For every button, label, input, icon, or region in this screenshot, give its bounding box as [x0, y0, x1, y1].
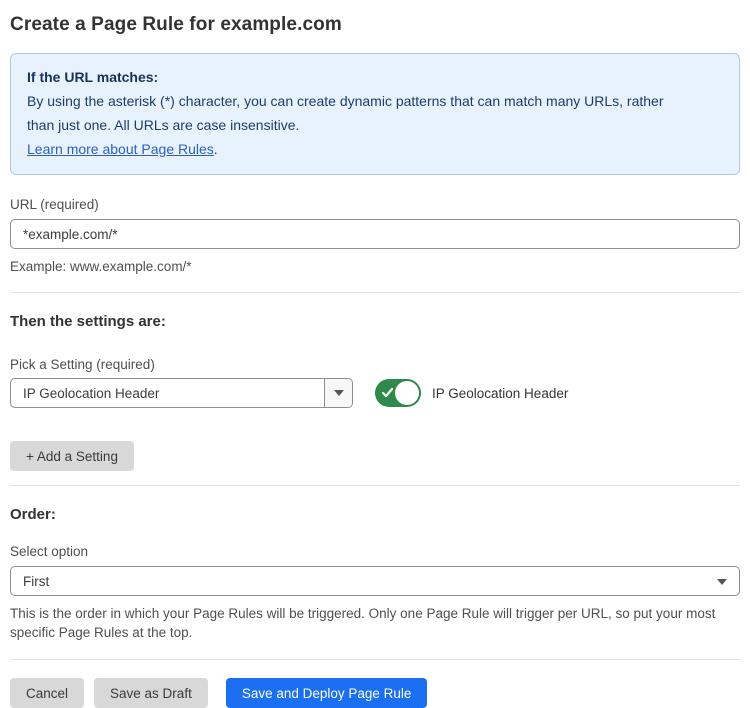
setting-combobox[interactable]: IP Geolocation Header	[10, 378, 353, 408]
save-deploy-button[interactable]: Save and Deploy Page Rule	[226, 678, 428, 708]
url-matches-info-box: If the URL matches: By using the asteris…	[10, 53, 740, 175]
url-example-helper: Example: www.example.com/*	[10, 257, 740, 276]
caret-down-icon	[717, 579, 727, 585]
caret-down-icon	[334, 390, 344, 396]
setting-combobox-dropdown-button[interactable]	[324, 379, 352, 407]
create-page-rule-form: Create a Page Rule for example.com If th…	[0, 0, 750, 687]
order-helper-text: This is the order in which your Page Rul…	[10, 604, 740, 642]
info-box-link-line: Learn more about Page Rules.	[27, 137, 723, 161]
setting-combobox-value: IP Geolocation Header	[11, 379, 324, 407]
save-draft-button[interactable]: Save as Draft	[94, 678, 208, 708]
settings-section-heading: Then the settings are:	[10, 313, 740, 330]
add-setting-button[interactable]: + Add a Setting	[10, 441, 134, 471]
divider	[10, 485, 740, 486]
order-select-value: First	[23, 574, 49, 589]
page-title: Create a Page Rule for example.com	[10, 14, 740, 36]
info-box-body: By using the asterisk (*) character, you…	[27, 89, 687, 137]
divider	[10, 292, 740, 293]
toggle-knob	[395, 381, 419, 405]
order-section-heading: Order:	[10, 506, 740, 523]
learn-more-link[interactable]: Learn more about Page Rules	[27, 141, 214, 157]
url-field-label: URL (required)	[10, 197, 740, 212]
order-select[interactable]: First	[10, 566, 740, 596]
info-box-heading: If the URL matches:	[27, 65, 723, 89]
setting-row: IP Geolocation Header IP Geolocation Hea…	[10, 378, 740, 408]
url-input[interactable]	[10, 219, 740, 249]
footer-button-row: Cancel Save as Draft Save and Deploy Pag…	[10, 678, 740, 708]
check-icon	[381, 386, 394, 399]
cancel-button[interactable]: Cancel	[10, 678, 84, 708]
link-period: .	[214, 141, 218, 157]
divider	[10, 659, 740, 660]
pick-setting-label: Pick a Setting (required)	[10, 357, 740, 372]
ip-geolocation-toggle[interactable]	[375, 379, 421, 407]
toggle-label: IP Geolocation Header	[432, 386, 568, 401]
select-option-label: Select option	[10, 544, 740, 559]
